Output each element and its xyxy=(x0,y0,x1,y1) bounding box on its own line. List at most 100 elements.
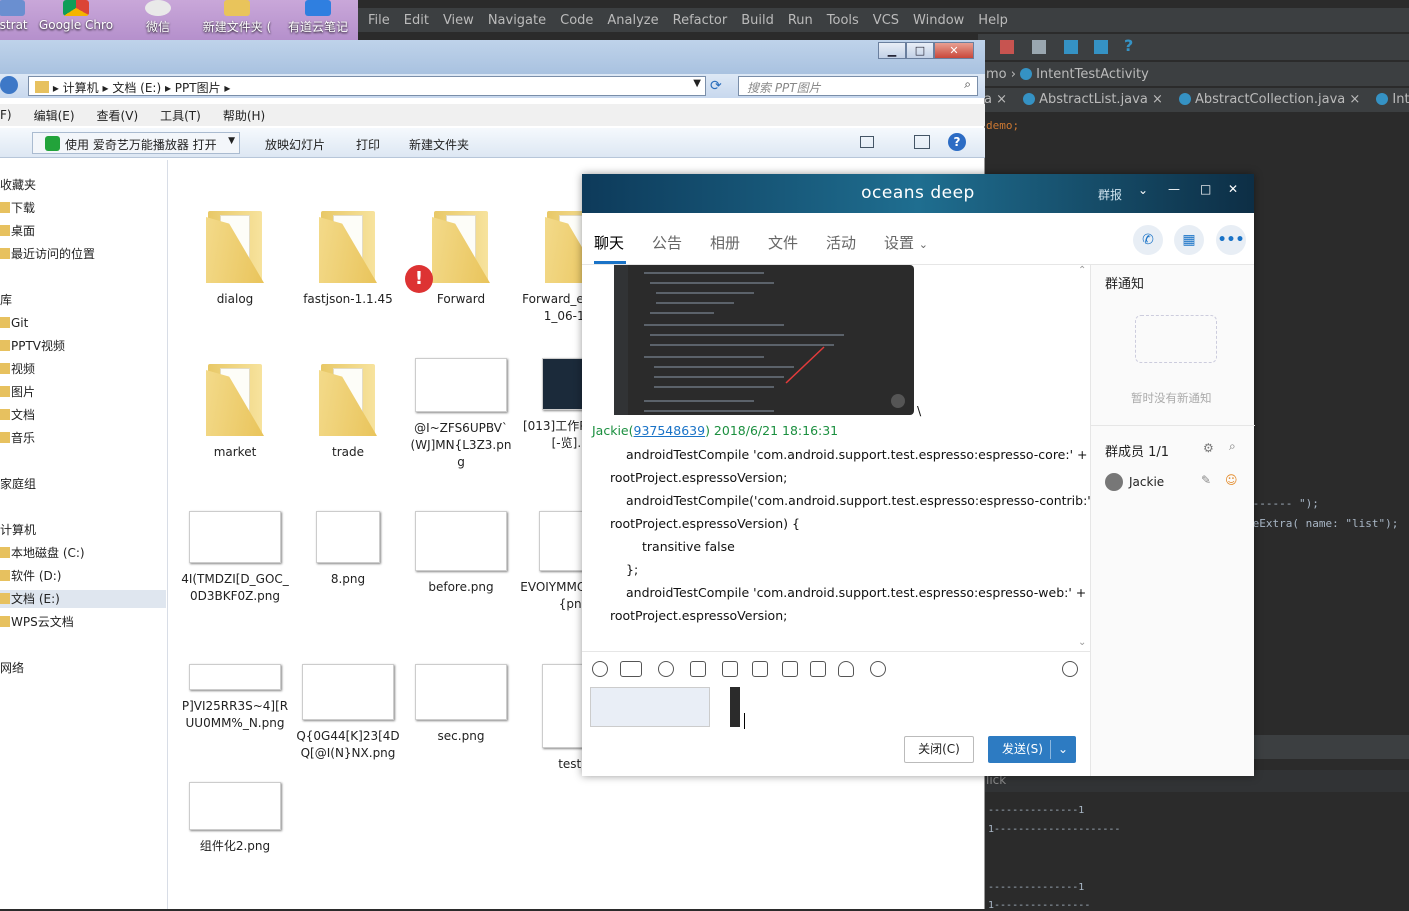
desktop-icon-new-folder[interactable]: 新建文件夹 ( xyxy=(197,0,277,40)
menu-refactor[interactable]: Refactor xyxy=(673,13,728,28)
editor-tab[interactable]: AbstractCollection.java × xyxy=(1173,88,1366,107)
menu-navigate[interactable]: Navigate xyxy=(488,13,546,28)
emoji-icon[interactable] xyxy=(592,661,608,677)
pasted-image-thumbnail[interactable] xyxy=(590,687,710,727)
menu-tools[interactable]: Tools xyxy=(827,13,859,28)
file-item[interactable]: ! Forward xyxy=(405,205,515,308)
chevron-down-icon[interactable]: ▼ xyxy=(228,136,235,146)
nav-item[interactable]: 文档 (E:) xyxy=(0,590,166,608)
nav-item[interactable]: 家庭组 xyxy=(0,475,166,493)
view-options-icon[interactable] xyxy=(860,136,874,148)
breadcrumb-item[interactable]: mo xyxy=(986,67,1007,82)
nav-item[interactable]: WPS云文档 xyxy=(0,613,166,631)
tab-chat[interactable]: 聊天 xyxy=(594,232,624,253)
scissors-icon[interactable] xyxy=(658,661,674,677)
member-settings-icon[interactable]: ⚙ xyxy=(1203,441,1214,455)
tab-activity[interactable]: 活动 xyxy=(826,232,856,253)
pasted-image-thumbnail[interactable] xyxy=(730,687,740,727)
file-item[interactable]: dialog xyxy=(181,205,289,308)
refresh-icon[interactable]: ⟳ xyxy=(710,78,722,94)
file-item[interactable]: sec.png xyxy=(407,664,515,745)
tab-album[interactable]: 相册 xyxy=(710,232,740,253)
help-icon[interactable]: ? xyxy=(948,133,966,151)
menu-code[interactable]: Code xyxy=(560,13,593,28)
nav-item[interactable]: 本地磁盘 (C:) xyxy=(0,544,166,562)
editor-tab[interactable]: AbstractList.java × xyxy=(1017,88,1169,107)
nav-item[interactable]: PPTV视频 xyxy=(0,337,166,355)
image-icon[interactable] xyxy=(722,661,738,677)
menu-tools[interactable]: 工具(T) xyxy=(160,107,201,124)
search-icon[interactable]: ⌕ xyxy=(1229,439,1236,454)
file-item[interactable]: P]VI25RR3S~4][RUU0MM%_N.png xyxy=(181,664,289,732)
bell-icon[interactable] xyxy=(838,661,854,677)
nav-item[interactable]: 计算机 xyxy=(0,521,166,539)
history-icon[interactable] xyxy=(1062,661,1078,677)
tab-settings[interactable]: 设置 ⌄ xyxy=(884,232,928,253)
close-button[interactable]: ✕ xyxy=(934,42,974,59)
menu-help[interactable]: Help xyxy=(978,13,1008,28)
file-item[interactable]: @I~ZFS6UPBV`(WJ]MN{L3Z3.png xyxy=(407,358,515,471)
menu-file[interactable]: File xyxy=(368,13,390,28)
file-item[interactable]: 8.png xyxy=(294,511,402,588)
address-bar[interactable]: ▸ 计算机 ▸ 文档 (E:) ▸ PPT图片 ▸ ▼ xyxy=(28,76,706,96)
menu-view[interactable]: 查看(V) xyxy=(97,107,139,124)
menu-help[interactable]: 帮助(H) xyxy=(223,107,265,124)
menu-edit[interactable]: Edit xyxy=(404,13,429,28)
new-folder-button[interactable]: 新建文件夹 xyxy=(409,136,469,153)
file-item[interactable]: 4I(TMDZI[D_GOC_0D3BKF0Z.png xyxy=(181,511,289,605)
minimize-icon[interactable]: — xyxy=(1168,182,1180,196)
chevron-down-icon[interactable]: ▼ xyxy=(693,78,701,89)
open-with-button[interactable]: 使用 爱奇艺万能播放器 打开 ▼ xyxy=(32,132,240,154)
nav-item[interactable]: 收藏夹 xyxy=(0,176,166,194)
file-item[interactable]: Q{0G44[K]23[4DQ[@I(N}NX.png xyxy=(294,664,402,762)
menu-run[interactable]: Run xyxy=(788,13,813,28)
breadcrumb-item[interactable]: PPT图片 xyxy=(175,81,221,95)
gif-icon[interactable] xyxy=(620,661,642,677)
sdk-manager-icon[interactable] xyxy=(1032,40,1046,54)
desktop-icon-youdao[interactable]: 有道云笔记 xyxy=(278,0,358,40)
send-button[interactable]: 发送(S) ⌄ xyxy=(988,736,1076,763)
maximize-button[interactable]: □ xyxy=(906,42,934,59)
menu-analyze[interactable]: Analyze xyxy=(607,13,658,28)
maximize-icon[interactable]: □ xyxy=(1200,182,1211,196)
menu-view[interactable]: View xyxy=(443,13,474,28)
header-report-label[interactable]: 群报 xyxy=(1098,186,1122,203)
nav-item[interactable]: 图片 xyxy=(0,383,166,401)
avatar[interactable] xyxy=(1105,473,1123,491)
close-chat-button[interactable]: 关闭(C) xyxy=(904,736,974,763)
message-screenshot-image[interactable] xyxy=(614,265,914,415)
editor-tab[interactable]: IntentB xyxy=(1370,88,1409,107)
search-icon[interactable]: ⌕ xyxy=(964,77,971,92)
file-item[interactable]: trade xyxy=(294,358,402,461)
more-icon[interactable]: ••• xyxy=(1216,225,1246,255)
desktop-icon-wechat[interactable]: 微信 xyxy=(118,0,198,40)
collapse-down-icon[interactable]: ⌄ xyxy=(1078,637,1086,648)
breadcrumb-item[interactable]: IntentTestActivity xyxy=(1036,67,1149,82)
nav-item[interactable]: Git xyxy=(0,314,166,332)
sender-qq-link[interactable]: 937548639 xyxy=(634,423,706,438)
nav-item[interactable]: 网络 xyxy=(0,659,166,677)
nav-item[interactable]: 视频 xyxy=(0,360,166,378)
member-name[interactable]: Jackie xyxy=(1129,475,1164,489)
file-item[interactable]: 组件化2.png xyxy=(181,782,289,855)
minimize-button[interactable]: ▁ xyxy=(878,42,906,59)
search-input[interactable]: 搜索 PPT图片 ⌕ xyxy=(738,76,978,96)
stop-icon[interactable] xyxy=(1000,40,1014,54)
tab-files[interactable]: 文件 xyxy=(768,232,798,253)
breadcrumb-item[interactable]: 计算机 xyxy=(63,81,99,95)
structure-icon[interactable] xyxy=(1064,40,1078,54)
breadcrumb-item[interactable]: 文档 (E:) xyxy=(112,81,161,95)
sender-name[interactable]: Jackie( xyxy=(592,423,634,438)
nav-item[interactable]: 软件 (D:) xyxy=(0,567,166,585)
avd-icon[interactable] xyxy=(1094,40,1108,54)
menu-vcs[interactable]: VCS xyxy=(873,13,899,28)
chevron-down-icon[interactable]: ⌄ xyxy=(1138,183,1148,197)
nav-item[interactable]: 最近访问的位置 xyxy=(0,245,166,263)
preview-pane-icon[interactable] xyxy=(914,135,930,149)
edit-icon[interactable]: ✎ xyxy=(1201,473,1211,487)
nav-item[interactable]: 下载 xyxy=(0,199,166,217)
chevron-down-icon[interactable]: ⌄ xyxy=(1058,736,1068,763)
more-icon[interactable] xyxy=(870,661,886,677)
file-item[interactable]: before.png xyxy=(407,511,515,596)
calendar-icon[interactable]: ▦ xyxy=(1174,225,1204,255)
